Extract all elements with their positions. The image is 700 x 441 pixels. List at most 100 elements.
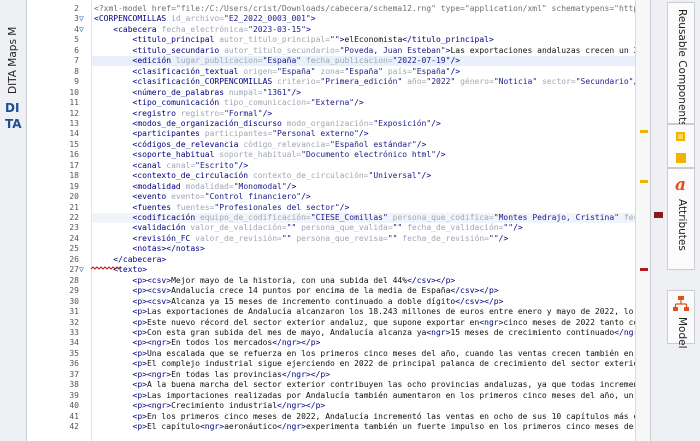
code-line[interactable]: <p>El complejo industrial sigue ejercien… [94, 359, 635, 369]
code-token: valor_de_revisión= [195, 233, 282, 243]
code-line[interactable]: <p>Una escalada que se refuerza en los p… [94, 349, 635, 359]
code-token: Con esta gran subida del mes de mayo, An… [146, 327, 427, 337]
code-token: Las exportaciones de Andalucía alcanzaro… [146, 307, 635, 317]
overview-ruler[interactable] [635, 0, 651, 441]
fold-toggle-icon[interactable]: ▽ [79, 25, 84, 35]
code-token: <p><csv> [132, 286, 172, 296]
line-number: 26 [69, 254, 79, 264]
right-side-panel: Reusable Components a Attributes Model [651, 0, 700, 441]
code-line[interactable]: <p><csv>Alcanza ya 15 meses de increment… [94, 297, 504, 307]
code-line[interactable]: <modos_de_organización_discurso modo_org… [94, 119, 441, 129]
code-line[interactable]: <tipo_comunicación tipo_comunicacion="Ex… [94, 98, 364, 108]
code-token: elEconomista [344, 35, 403, 45]
code-line[interactable]: </cabecera> [94, 255, 166, 265]
code-line[interactable]: <p>En los primeros cinco meses de 2022, … [94, 412, 635, 422]
code-token: sector= [537, 77, 576, 87]
line-number: 34 [69, 338, 79, 348]
code-token: <modos_de_organización_discurso [132, 118, 287, 128]
code-line[interactable]: <titulo_secundario autor_titulo_secundar… [94, 46, 635, 56]
code-token: /> [431, 118, 441, 128]
code-token: "Personal externo" [272, 129, 359, 139]
line-number: 11 [69, 98, 79, 108]
line-number: 38 [69, 380, 79, 390]
code-line[interactable]: <edición lugar_publicacion="España" fech… [92, 56, 635, 67]
code-line[interactable]: <p><csv>Andalucía crece 14 puntos por en… [94, 286, 499, 296]
ruler-warning-marker[interactable] [640, 130, 648, 133]
code-token: "" [330, 35, 340, 45]
code-token: "" [392, 223, 403, 233]
code-token: </titulo_principal> [402, 35, 494, 45]
code-line[interactable]: <titulo_principal autor_titulo_principal… [94, 35, 494, 45]
code-token: /> [498, 233, 509, 243]
code-line[interactable]: <evento evento="Control financiero"/> [94, 192, 311, 202]
line-number: 3 [74, 14, 79, 24]
line-number: 37 [69, 369, 79, 379]
code-token: Mejor mayo de la historia, con una subid… [171, 275, 408, 285]
code-line[interactable]: <clasificación_textual origen="España" z… [94, 66, 461, 77]
fold-toggle-icon[interactable]: ▽ [79, 14, 84, 24]
xml-editor-text-area[interactable]: <?xml-model href="file:/C:/Users/crist/D… [91, 0, 635, 441]
code-token: zona= [315, 66, 345, 76]
ruler-error-marker[interactable] [640, 268, 648, 271]
code-line[interactable]: <validación valor_de_validación="" perso… [94, 223, 523, 233]
code-line[interactable]: <p><ngr>Crecimiento industrial</ngr></p> [94, 401, 326, 411]
code-line[interactable]: <participantes participantes="Personal e… [94, 129, 369, 139]
code-token: <participantes [132, 129, 205, 139]
code-token: fecha_de_validación= [402, 223, 504, 233]
code-line[interactable]: <registro registro="Formal"/> [94, 108, 273, 119]
dita-maps-manager-tab[interactable]: DITA Maps M DI TA [0, 0, 27, 441]
code-line[interactable]: <codificación equipo_de_codificación="CI… [92, 213, 635, 223]
code-token: <p> [132, 390, 147, 400]
code-line[interactable]: <fuentes fuentes="Profesionales del sect… [94, 203, 350, 213]
code-line[interactable]: <revisión_FC valor_de_revisión="" person… [94, 233, 509, 244]
code-token: /> [291, 87, 302, 97]
code-token: modo_organización= [286, 118, 374, 128]
code-token: fecha_publicacion= [301, 56, 393, 66]
line-number-gutter[interactable]: 2 3 ▽ 4 ▽ 5 6 7 8 9 10 11 12 13 14 15 16 17 18 19 20 21 22 23 24… [27, 0, 91, 441]
code-token: <clasificación_CORPENCOMILLAS [132, 77, 278, 87]
code-line[interactable]: <canal canal="Escrito"/> [94, 161, 249, 171]
code-line[interactable]: <CORPENCOMILLAS id_archivo="E2_2022_0003… [94, 14, 316, 24]
attributes-tab[interactable]: a Attributes [667, 168, 695, 270]
code-line[interactable]: <?xml-model href="file:/C:/Users/crist/D… [94, 4, 635, 14]
code-line[interactable]: <p>Este nuevo récord del sector exterior… [94, 318, 635, 328]
code-line[interactable]: <p><csv>Mejor mayo de la historia, con u… [94, 275, 456, 286]
code-line[interactable]: <modalidad modalidad="Monomodal"/> [94, 182, 297, 192]
code-line[interactable]: <p>Con esta gran subida del mes de mayo,… [94, 328, 635, 338]
code-line[interactable]: <p>A la buena marcha del sector exterior… [94, 380, 635, 390]
code-line[interactable]: <p>El capítulo<ngr>aeronáutico</ngr>expe… [94, 422, 635, 432]
panel-collapse-marker[interactable] [654, 212, 663, 218]
code-line[interactable]: <códigos_de_relevancia código_relevancia… [94, 140, 427, 150]
code-line[interactable]: <notas></notas> [94, 244, 205, 254]
code-token: </ngr> [614, 327, 635, 337]
code-line[interactable]: <soporte_habitual soporte_habitual="Docu… [94, 150, 446, 160]
components-tab-icons[interactable] [667, 124, 695, 168]
code-line[interactable]: <p><ngr>En todas las provincias</ngr></p… [94, 370, 330, 380]
code-token: /> [262, 108, 273, 118]
code-line[interactable]: <cabecera fecha_electrónica="2023-03-15"… [94, 25, 311, 35]
code-line[interactable]: <clasificación_CORPENCOMILLAS criterio="… [94, 77, 635, 87]
fold-toggle-icon[interactable]: ▽ [79, 265, 84, 275]
reusable-components-tab[interactable]: Reusable Components [667, 2, 695, 127]
code-line[interactable]: <p>Las exportaciones de Andalucía alcanz… [94, 307, 635, 317]
code-token: <tipo_comunicación [132, 98, 225, 108]
code-token: experimenta también un fuerte impulso en… [305, 422, 635, 431]
code-token: lugar_publicacion= [175, 56, 263, 66]
code-line[interactable]: <p>Las importaciones realizadas por Anda… [94, 391, 635, 401]
dita-maps-tab-label-wrap: DITA Maps M [3, 6, 23, 98]
validation-error-squiggle [91, 266, 121, 270]
code-line[interactable]: <contexto_de_circulación contexto_de_cir… [94, 171, 432, 181]
code-token: <p><csv> [132, 275, 172, 285]
line-number: 10 [69, 87, 79, 97]
ruler-warning-marker[interactable] [640, 180, 648, 183]
code-token: </cabecera> [113, 254, 167, 264]
code-token: "Externa" [310, 98, 355, 108]
code-line[interactable]: <número_de_palabras numpal="1361"/> [94, 87, 302, 98]
model-tab[interactable]: Model [667, 290, 695, 349]
code-line[interactable]: <p><ngr>En todos los mercados</ngr></p> [94, 338, 321, 348]
